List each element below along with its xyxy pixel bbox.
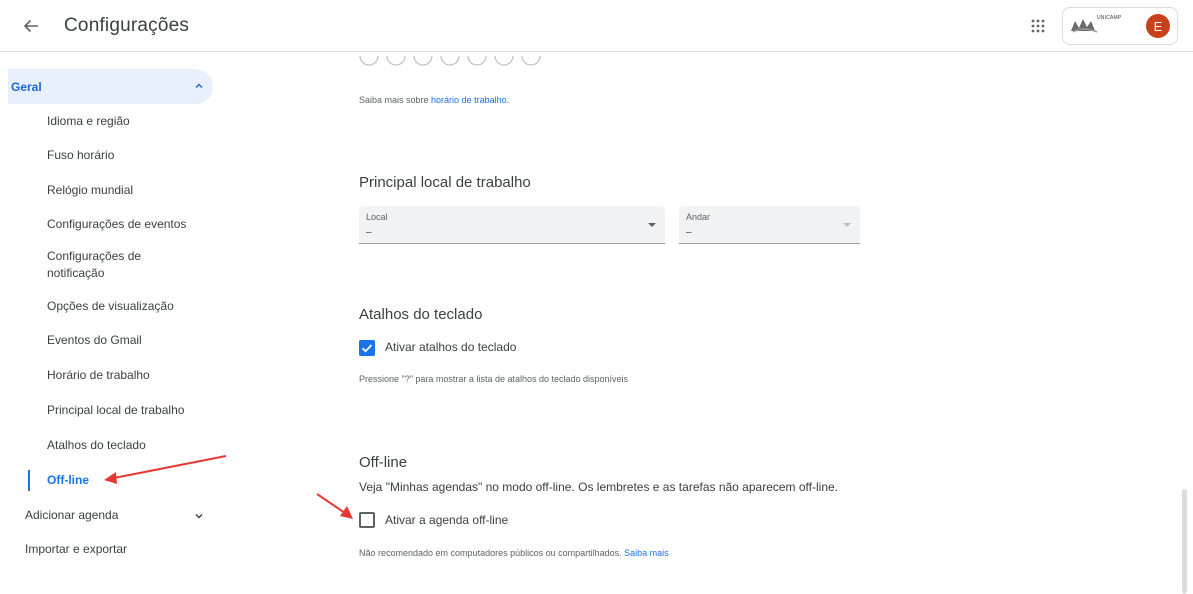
sidebar-item-eventos[interactable]: Configurações de eventos: [47, 216, 207, 233]
offline-note-text: Não recomendado em computadores públicos…: [359, 548, 625, 558]
sidebar-item-atalhos[interactable]: Atalhos do teclado: [47, 437, 207, 454]
sidebar-item-offline[interactable]: Off-line: [47, 472, 207, 489]
saiba-mais-link[interactable]: Saiba mais: [624, 548, 669, 558]
offline-checkbox-label[interactable]: Ativar a agenda off-line: [385, 513, 508, 527]
active-indicator: [28, 470, 30, 491]
nav-adicionar-agenda[interactable]: Adicionar agenda: [25, 508, 118, 522]
offline-description: Veja "Minhas agendas" no modo off-line. …: [359, 480, 839, 494]
sidebar-item-horario[interactable]: Horário de trabalho: [47, 367, 207, 384]
offline-note: Não recomendado em computadores públicos…: [359, 548, 669, 558]
sidebar-item-local-trabalho[interactable]: Principal local de trabalho: [47, 402, 207, 419]
andar-select-value: –: [686, 227, 692, 238]
chevron-up-icon: [195, 83, 203, 88]
settings-content: Saiba mais sobre horário de trabalho. Pr…: [260, 52, 1193, 594]
apps-button[interactable]: [1026, 14, 1050, 38]
chevron-down-icon[interactable]: [193, 510, 205, 522]
andar-select-label: Andar: [686, 212, 711, 222]
page-title: Configurações: [64, 15, 190, 36]
andar-select[interactable]: Andar –: [679, 206, 860, 244]
dropdown-arrow-icon: [843, 223, 851, 227]
shortcuts-checkbox[interactable]: [359, 340, 375, 356]
sidebar-item-gmail[interactable]: Eventos do Gmail: [47, 332, 207, 349]
offline-checkbox[interactable]: [359, 512, 375, 528]
nav-geral[interactable]: Geral: [8, 69, 213, 104]
local-select[interactable]: Local –: [359, 206, 665, 244]
dropdown-arrow-icon: [648, 223, 656, 227]
section-title-atalhos: Atalhos do teclado: [359, 306, 483, 323]
section-title-local-trabalho: Principal local de trabalho: [359, 174, 531, 191]
top-app-bar: Configurações UNICAMP E: [0, 0, 1193, 52]
nav-importar-exportar[interactable]: Importar e exportar: [25, 542, 127, 556]
shortcuts-checkbox-label[interactable]: Ativar atalhos do teclado: [385, 340, 516, 354]
local-select-label: Local: [366, 212, 388, 222]
weekday-selector[interactable]: [356, 54, 556, 74]
arrow-left-icon: [23, 19, 38, 33]
sidebar-item-relogio[interactable]: Relógio mundial: [47, 182, 207, 199]
local-select-value: –: [366, 227, 372, 238]
nav-geral-label: Geral: [11, 79, 42, 94]
scrollbar[interactable]: [1182, 489, 1187, 594]
apps-grid-icon: [1031, 19, 1045, 33]
section-title-offline: Off-line: [359, 454, 408, 471]
back-button[interactable]: [18, 14, 44, 38]
org-logo-text: UNICAMP: [1097, 15, 1122, 21]
sidebar-item-idioma[interactable]: Idioma e região: [47, 113, 207, 130]
working-hours-suffix: .: [506, 95, 510, 105]
working-hours-hint: Saiba mais sobre horário de trabalho.: [359, 95, 509, 105]
sidebar-item-visualizacao[interactable]: Opções de visualização: [47, 298, 207, 315]
account-switcher[interactable]: UNICAMP E: [1062, 7, 1178, 45]
working-hours-prefix: Saiba mais sobre: [359, 95, 432, 105]
sidebar-item-fuso[interactable]: Fuso horário: [47, 147, 207, 164]
shortcuts-hint: Pressione "?" para mostrar a lista de at…: [359, 374, 629, 384]
avatar[interactable]: E: [1146, 14, 1170, 38]
working-hours-link[interactable]: horário de trabalho: [431, 95, 507, 105]
sidebar-item-notificacao[interactable]: Configurações de notificação: [47, 248, 175, 282]
check-icon: [361, 344, 373, 353]
settings-sidebar: Geral Idioma e região Fuso horário Relóg…: [0, 52, 260, 594]
